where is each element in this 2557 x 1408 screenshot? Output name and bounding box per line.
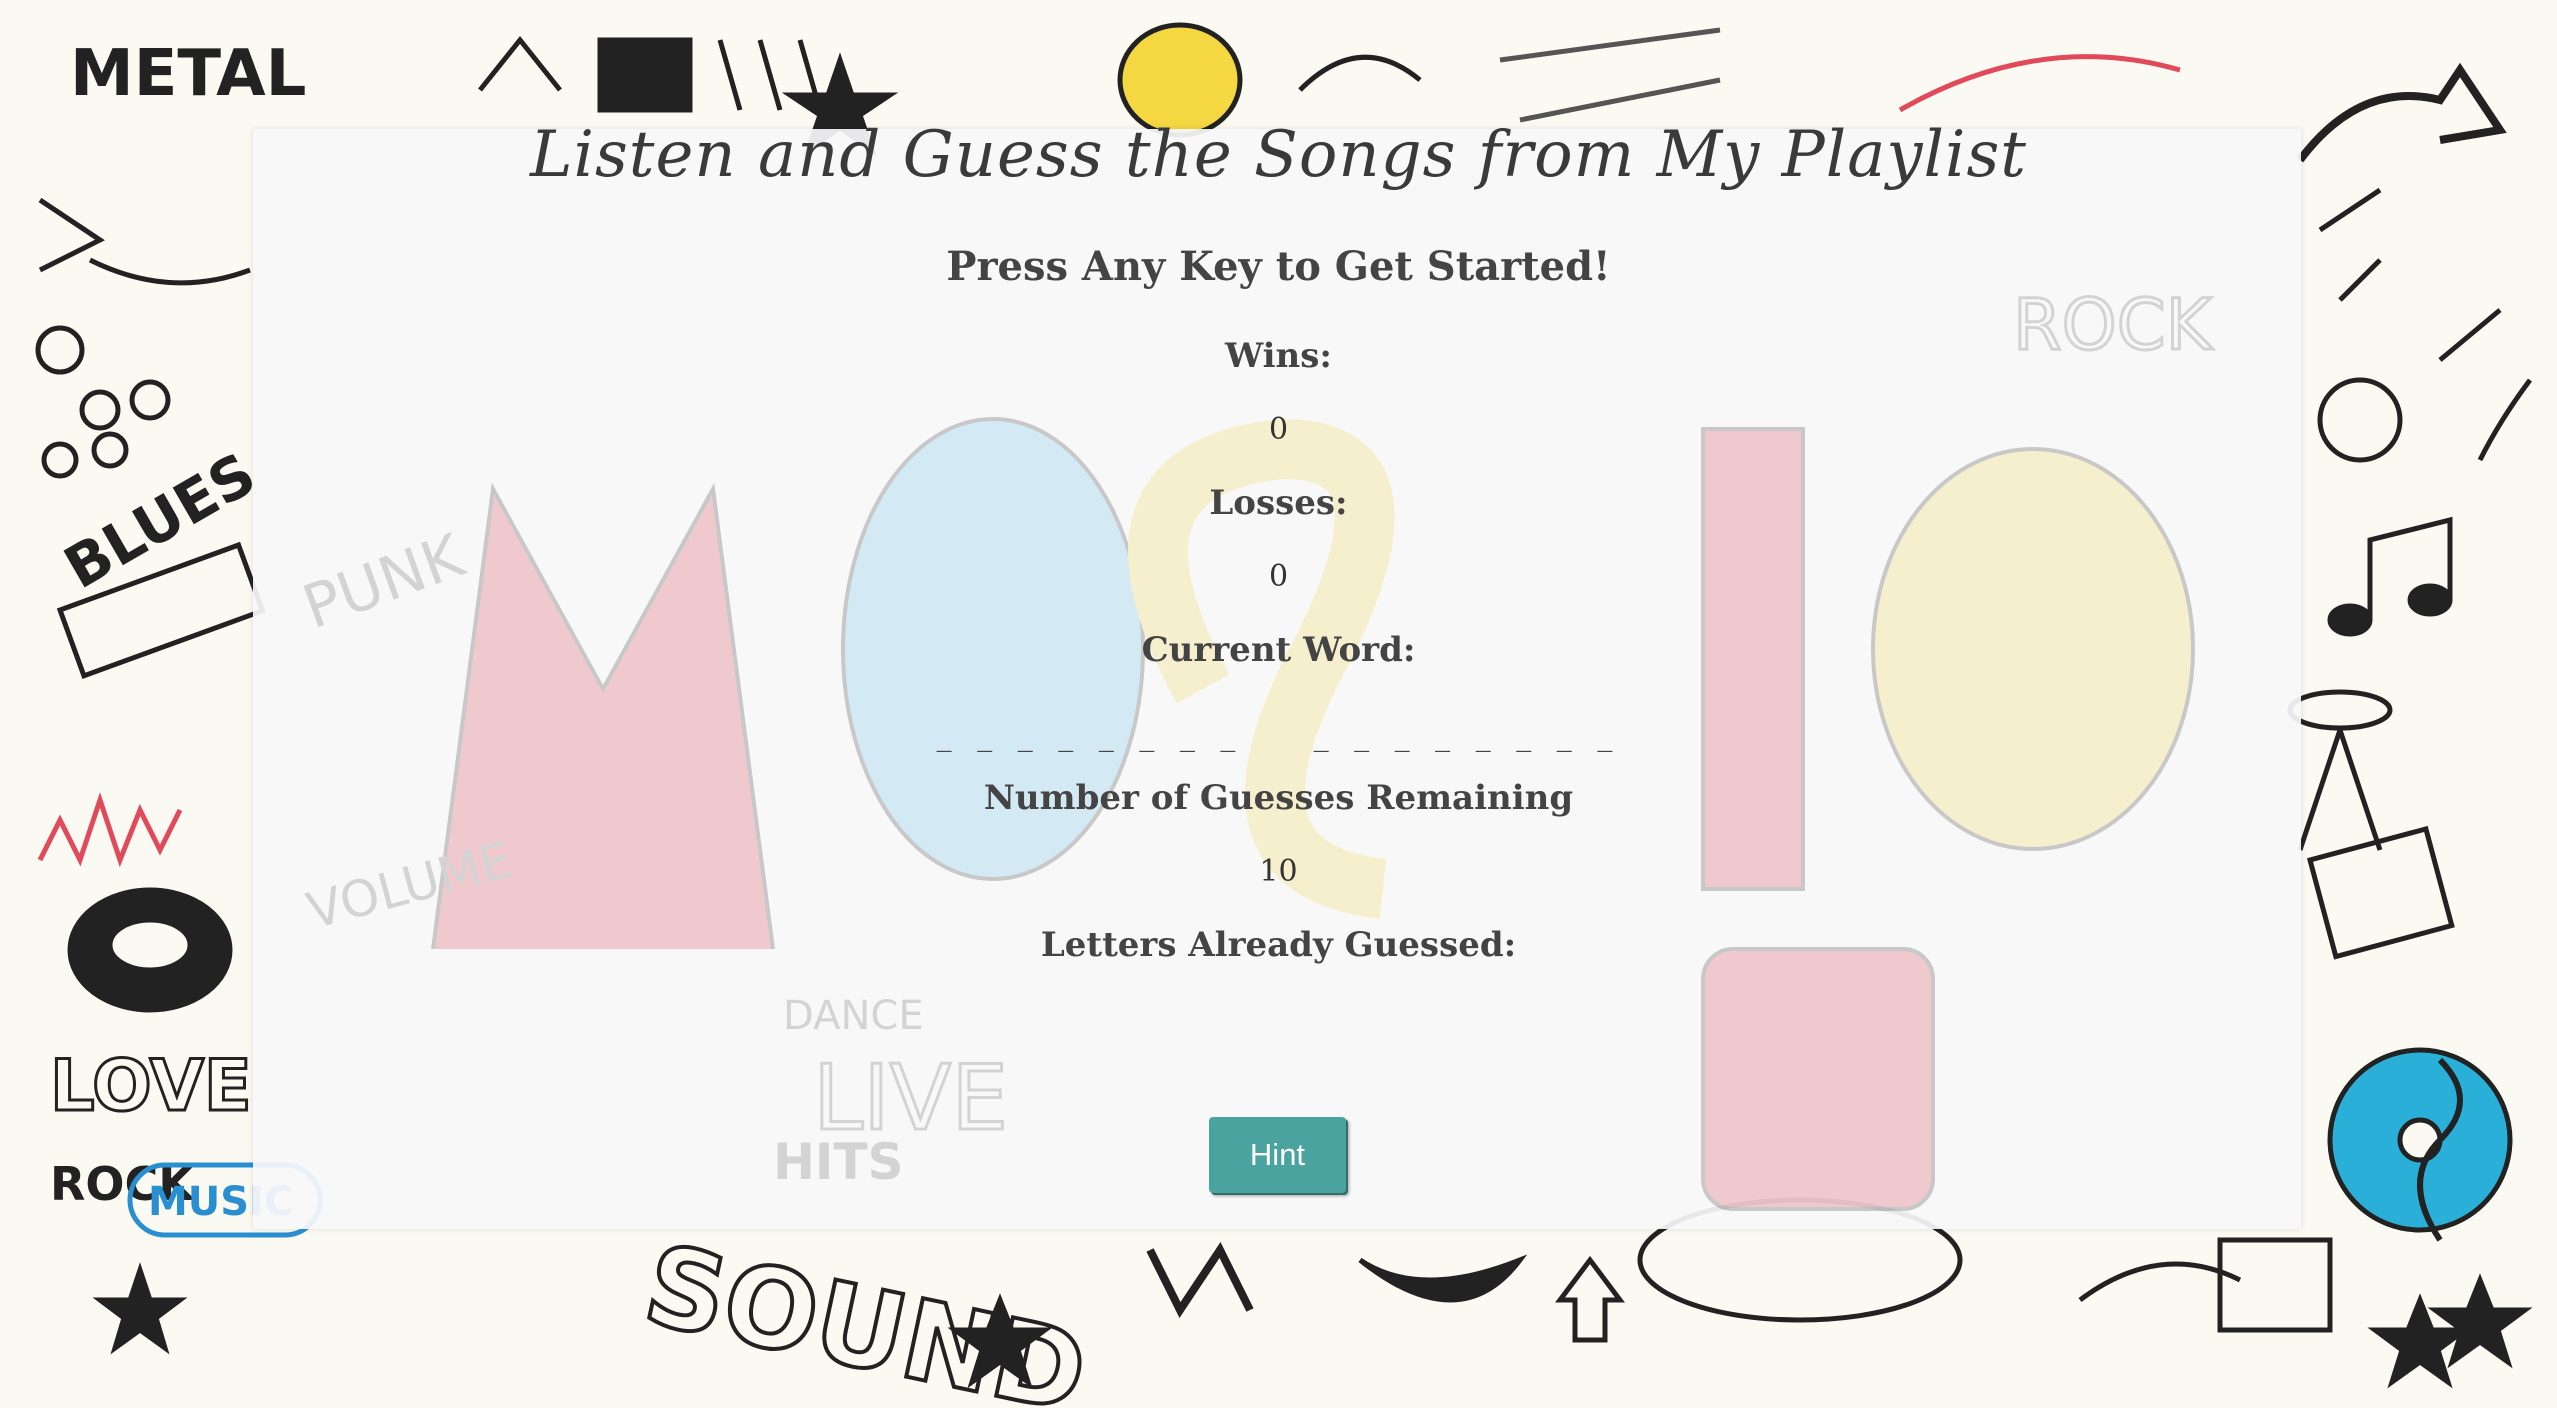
music-watermark-art: PUNK VOLUME LIVE DANCE HITS ROCK [294, 283, 2215, 1211]
page-title: Listen and Guess the Songs from My Playl… [529, 118, 2028, 192]
watermark-live: HITS [773, 1133, 904, 1191]
start-prompt: Press Any Key to Get Started! [946, 243, 1611, 290]
current-word-blanks: _ _ _ _ _ _ _ _ _ _ _ _ _ _ _ _ [936, 718, 1621, 753]
wins-label: Wins: [1225, 336, 1332, 376]
guesses-remaining-value: 10 [1259, 854, 1298, 889]
doodle-love: LOVE [50, 1045, 252, 1127]
guesses-remaining-label: Number of Guesses Remaining [983, 778, 1574, 818]
losses-value: 0 [1268, 559, 1289, 594]
watermark-dance: DANCE [783, 993, 924, 1039]
letters-guessed-label: Letters Already Guessed: [1040, 925, 1517, 965]
losses-label: Losses: [1209, 483, 1348, 523]
game-panel: PUNK VOLUME LIVE DANCE HITS ROCK [253, 129, 2301, 1229]
doodle-metal: METAL [70, 37, 306, 111]
wins-value: 0 [1268, 412, 1289, 447]
current-word-label: Current Word: [1141, 630, 1416, 670]
hint-button[interactable]: Hint [1209, 1117, 1346, 1193]
